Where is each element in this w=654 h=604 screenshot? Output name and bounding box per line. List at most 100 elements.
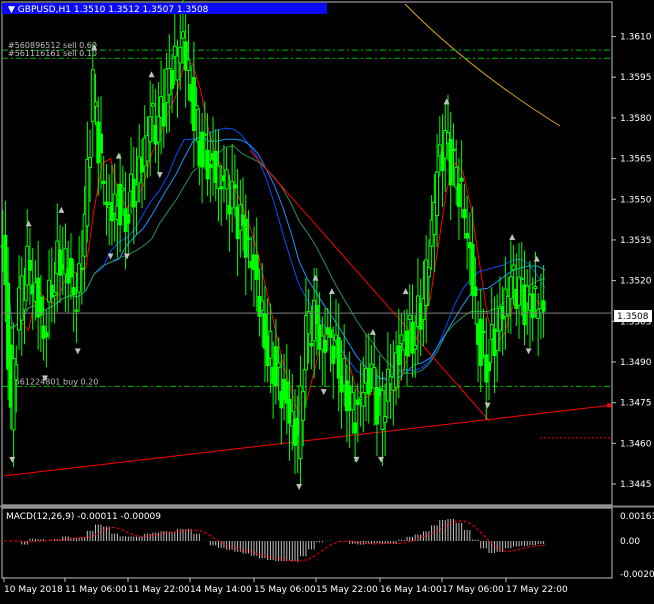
candle-body: [424, 259, 429, 306]
candle-body: [530, 293, 535, 319]
fractal-down-marker: [296, 484, 303, 491]
candle-body: [38, 296, 43, 316]
candle-body: [462, 209, 467, 219]
dropdown-triangle-icon[interactable]: ▼: [8, 5, 15, 15]
candle-body: [465, 233, 470, 239]
candle-body: [170, 70, 175, 89]
candle-body: [380, 390, 385, 430]
candle-body: [3, 234, 8, 285]
price-tick-label: 1.3535: [620, 236, 652, 246]
candle-body: [148, 116, 153, 143]
price-tick-label: 1.3580: [620, 114, 652, 124]
candle-body: [71, 287, 76, 296]
candle-body: [68, 258, 73, 278]
fractal-up-marker: [443, 98, 450, 105]
time-tick-label: 14 May 14:00: [190, 585, 252, 595]
time-tick-label: 16 May 14:00: [380, 585, 442, 595]
time-tick-label: 17 May 06:00: [442, 585, 504, 595]
fractal-down-marker: [123, 253, 130, 260]
candle-body: [98, 133, 103, 154]
candle-body: [478, 318, 483, 366]
candle-body: [383, 415, 388, 423]
candle-body: [254, 254, 259, 280]
candle-body: [194, 105, 199, 111]
candle-body: [413, 345, 418, 350]
macd-axis-label: 0.00163: [620, 512, 654, 522]
macd-signal-line: [4, 520, 546, 562]
candle-body: [90, 69, 95, 122]
candle-body: [448, 138, 453, 186]
candle-body: [180, 31, 185, 39]
candle-body: [459, 177, 464, 182]
candle-body: [385, 368, 390, 402]
fractal-down-marker: [9, 456, 16, 463]
fractal-down-marker: [378, 456, 385, 463]
candle-body: [156, 115, 161, 143]
candle-body: [79, 267, 84, 270]
candle-body: [309, 342, 314, 347]
time-tick-label: 11 May 06:00: [65, 585, 127, 595]
candle-body: [186, 59, 191, 71]
candle-body: [191, 77, 196, 131]
candle-body: [405, 330, 410, 357]
candle-body: [208, 164, 213, 169]
time-tick-label: 11 May 22:00: [128, 585, 190, 595]
fractal-down-marker: [353, 456, 360, 463]
candle-body: [314, 304, 319, 325]
candle-body: [224, 169, 229, 190]
macd-label: MACD(12,26,9) -0.00011 -0.00009: [6, 512, 161, 522]
candle-body: [22, 299, 27, 311]
candle-body: [481, 330, 486, 333]
price-tick-label: 1.3490: [620, 358, 652, 368]
candle-body: [435, 171, 440, 217]
chart-canvas[interactable]: #560896512 sell 0.60#561116161 sell 0.10…: [0, 0, 654, 600]
fractal-down-marker: [74, 348, 81, 355]
fractal-up-marker: [25, 220, 32, 227]
ma-green-line: [3, 145, 546, 374]
time-tick-label: 10 May 2018: [4, 585, 63, 595]
fractal-up-marker: [115, 152, 122, 159]
symbol-header-bar[interactable]: ▼ GBPUSD,H1 1.3510 1.3512 1.3507 1.3508: [2, 3, 327, 15]
price-tick-label: 1.3550: [620, 195, 652, 205]
price-tick-label: 1.3610: [620, 33, 652, 43]
candle-body: [451, 148, 456, 152]
macd-axis-label: -0.00207: [620, 570, 654, 580]
support-trend-line: [3, 404, 611, 477]
candle-body: [350, 392, 355, 411]
candle-body: [85, 158, 90, 227]
fractal-up-marker: [148, 71, 155, 78]
candle-body: [519, 277, 524, 280]
candle-body: [88, 157, 93, 168]
price-tick-label: 1.3445: [620, 480, 652, 490]
candle-body: [301, 391, 306, 421]
candle-body: [506, 295, 511, 316]
fractal-down-marker: [525, 348, 532, 355]
candle-body: [511, 264, 516, 271]
candle-body: [456, 183, 461, 207]
candle-body: [473, 286, 478, 297]
candle-body: [407, 314, 412, 320]
price-tick-label: 1.3565: [620, 155, 652, 165]
price-tick-label: 1.3595: [620, 73, 652, 83]
candle-body: [396, 345, 401, 366]
candle-body: [323, 339, 328, 353]
ma-sky-line: [3, 135, 546, 381]
price-tick-label: 1.3475: [620, 399, 652, 409]
fractal-up-marker: [402, 288, 409, 295]
chart-window[interactable]: #560896512 sell 0.60 #561116161 sell 0.10…: [0, 0, 654, 600]
order-line-label: #561224801 buy 0.20: [8, 377, 98, 386]
time-tick-label: 15 May 22:00: [316, 585, 378, 595]
current-price-label: 1.3508: [617, 312, 649, 322]
candle-body: [541, 300, 546, 312]
price-tick-label: 1.3520: [620, 277, 652, 287]
candlesticks: [0, 0, 546, 486]
fractal-down-marker: [320, 389, 327, 396]
symbol-header-text: ▼ GBPUSD,H1 1.3510 1.3512 1.3507 1.3508: [8, 5, 208, 15]
fractal-down-marker: [484, 402, 491, 409]
macd-indicator: 0.00163 0.00 -0.00207: [4, 512, 654, 580]
candle-body: [486, 361, 491, 372]
fractal-up-marker: [312, 274, 319, 281]
candle-body: [533, 286, 538, 289]
candle-body: [361, 392, 366, 407]
price-axis: 1.3610 1.3595 1.3580 1.3565 1.3550 1.3535 1.35…: [612, 33, 652, 490]
